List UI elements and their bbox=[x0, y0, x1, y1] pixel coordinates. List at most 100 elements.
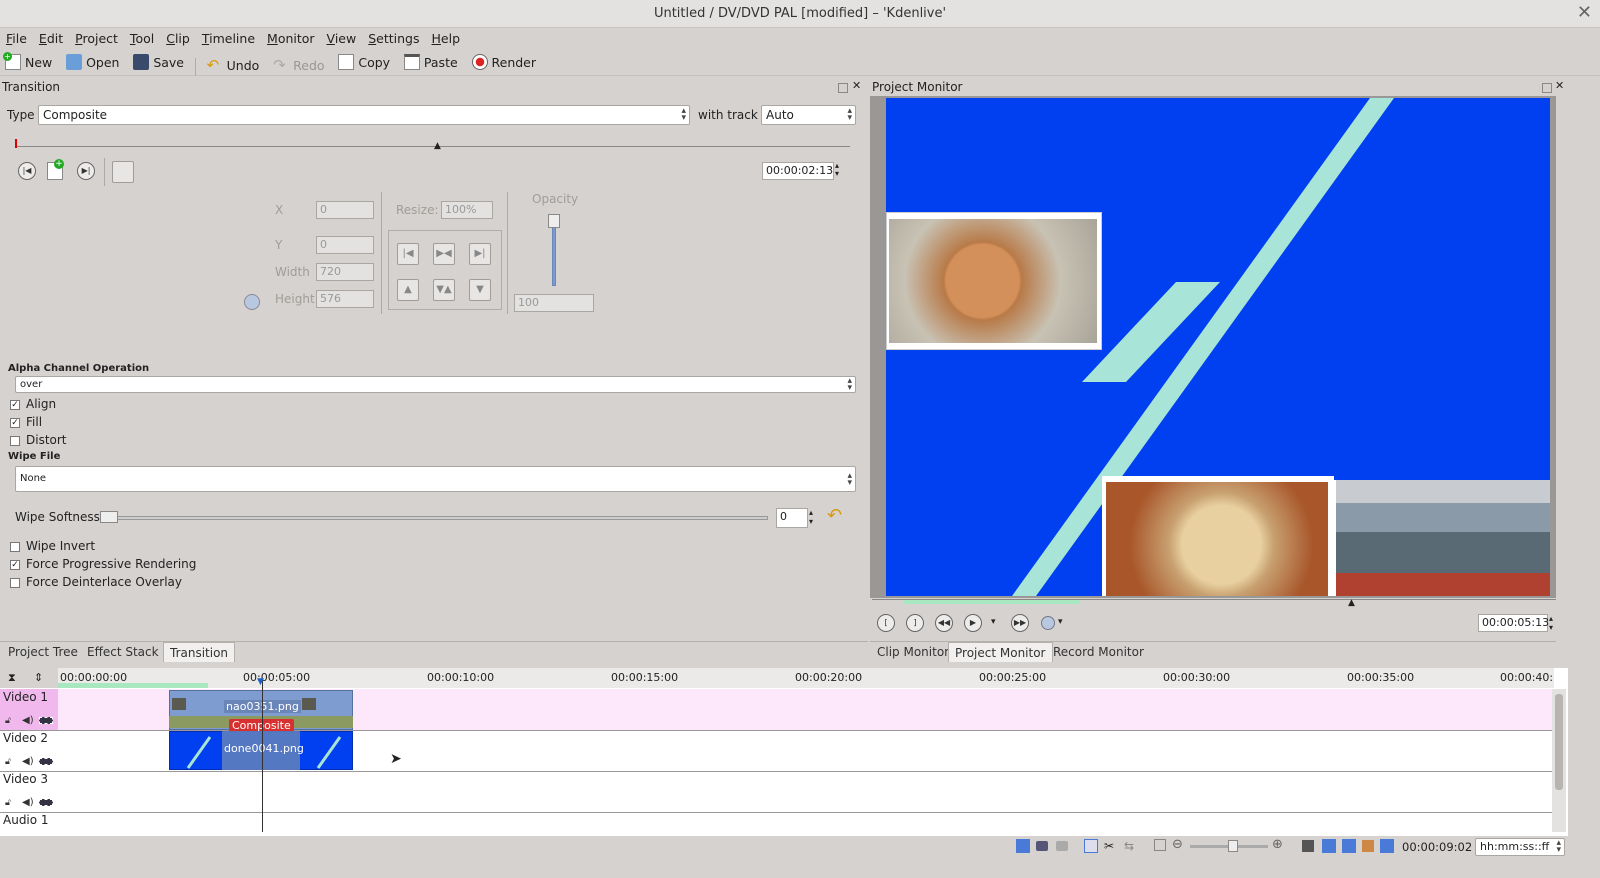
height-input[interactable]: 576 bbox=[316, 290, 374, 308]
forward-icon[interactable]: ▶▶ bbox=[1011, 614, 1029, 632]
resize-input[interactable]: 100% bbox=[441, 201, 493, 219]
tab-record-monitor[interactable]: Record Monitor bbox=[1047, 642, 1150, 662]
zoom-slider-handle[interactable] bbox=[1228, 840, 1238, 852]
render-button[interactable]: Render bbox=[467, 50, 542, 74]
monitor-zone[interactable] bbox=[904, 600, 1080, 604]
menu-project[interactable]: Project bbox=[69, 28, 124, 50]
menu-edit[interactable]: Edit bbox=[33, 28, 69, 50]
y-input[interactable]: 0 bbox=[316, 236, 374, 254]
ruler-position-caret[interactable]: ▲ bbox=[434, 141, 441, 151]
film-icon[interactable] bbox=[39, 799, 53, 806]
next-keyframe-icon[interactable]: ▶| bbox=[77, 162, 95, 180]
align-right-icon[interactable]: ▶| bbox=[469, 243, 491, 265]
play-icon[interactable]: ▶ bbox=[964, 614, 982, 632]
paste-button[interactable]: Paste bbox=[399, 50, 463, 74]
film-icon[interactable] bbox=[39, 758, 53, 765]
align-vcenter-icon[interactable]: ▼▲ bbox=[433, 279, 455, 301]
close-panel-icon[interactable]: ✕ bbox=[1555, 79, 1564, 92]
set-zone-start-icon[interactable]: [ bbox=[877, 614, 895, 632]
wipe-invert-checkbox[interactable] bbox=[10, 542, 20, 552]
keyframe-marker[interactable] bbox=[15, 139, 17, 148]
menu-help[interactable]: Help bbox=[426, 28, 467, 50]
distort-checkbox[interactable] bbox=[10, 436, 20, 446]
mute-icon[interactable]: ◀) bbox=[22, 797, 34, 808]
fit-timeline-icon[interactable] bbox=[1154, 839, 1166, 851]
mute-icon[interactable]: ◀) bbox=[22, 756, 34, 767]
align-bottom-icon[interactable]: ▼ bbox=[469, 279, 491, 301]
spin-arrows-icon[interactable]: ▴ ▾ bbox=[1549, 614, 1553, 632]
timecode-format-select[interactable]: hh:mm:ss::ff ▴ ▾ bbox=[1475, 838, 1565, 856]
wipe-softness-input[interactable]: 0 bbox=[776, 508, 808, 528]
snap-icon[interactable] bbox=[1362, 840, 1374, 852]
force-progressive-checkbox[interactable]: ✓ bbox=[10, 560, 20, 570]
track-height-icon[interactable]: ⇕ bbox=[34, 671, 43, 684]
lock-icon[interactable]: 🔓︎ bbox=[5, 798, 11, 808]
zoom-out-icon[interactable]: ⊖ bbox=[1172, 837, 1183, 852]
alpha-operation-select[interactable]: over ▴ ▾ bbox=[15, 376, 856, 393]
new-button[interactable]: + New bbox=[0, 50, 57, 74]
zoom-in-icon[interactable]: ⊕ bbox=[1272, 837, 1283, 852]
tab-clip-monitor[interactable]: Clip Monitor bbox=[871, 642, 955, 662]
monitor-timecode[interactable]: 00:00:05:13 bbox=[1478, 614, 1549, 632]
menu-file[interactable]: File bbox=[0, 28, 33, 50]
show-thumbs-icon[interactable] bbox=[1302, 840, 1314, 852]
force-deinterlace-checkbox[interactable] bbox=[10, 578, 20, 588]
close-panel-icon[interactable]: ✕ bbox=[852, 79, 861, 92]
tab-project-tree[interactable]: Project Tree bbox=[2, 642, 84, 662]
float-icon[interactable] bbox=[838, 82, 848, 96]
reset-icon[interactable]: ↶ bbox=[827, 505, 842, 526]
opacity-input[interactable]: 100 bbox=[514, 294, 594, 312]
save-button[interactable]: Save bbox=[128, 50, 189, 74]
rewind-icon[interactable]: ◀◀ bbox=[935, 614, 953, 632]
lock-icon[interactable]: 🔓︎ bbox=[5, 757, 11, 767]
keyframe-ruler[interactable] bbox=[16, 146, 850, 147]
chevron-down-icon[interactable]: ▾ bbox=[1058, 617, 1063, 627]
x-input[interactable]: 0 bbox=[316, 201, 374, 219]
fit-zoom-icon[interactable]: ⧗ bbox=[8, 671, 16, 685]
monitor-video-preview[interactable] bbox=[886, 98, 1550, 596]
width-input[interactable]: 720 bbox=[316, 263, 374, 281]
wipe-file-select[interactable]: None ▴ ▾ bbox=[15, 466, 856, 492]
lock-icon[interactable]: 🔓︎ bbox=[5, 716, 11, 726]
keyframe-tool-icon[interactable] bbox=[112, 161, 134, 183]
align-left-icon[interactable]: |◀ bbox=[397, 243, 419, 265]
mute-icon[interactable]: ◀) bbox=[22, 715, 34, 726]
spin-arrows-icon[interactable]: ▴ ▾ bbox=[809, 508, 813, 526]
wipe-softness-slider[interactable] bbox=[100, 516, 768, 520]
spacer-tool-icon[interactable]: ⇆ bbox=[1124, 839, 1134, 853]
tool-razor-icon[interactable] bbox=[1036, 841, 1048, 851]
prev-keyframe-icon[interactable]: |◀ bbox=[18, 162, 36, 180]
tab-effect-stack[interactable]: Effect Stack bbox=[81, 642, 165, 662]
opacity-slider-handle[interactable] bbox=[548, 214, 560, 228]
redo-button[interactable]: ↷ Redo bbox=[268, 53, 329, 77]
fill-checkbox[interactable]: ✓ bbox=[10, 418, 20, 428]
menu-monitor[interactable]: Monitor bbox=[261, 28, 321, 50]
monitor-settings-icon[interactable] bbox=[1041, 616, 1055, 630]
monitor-playhead-caret[interactable]: ▲ bbox=[1348, 598, 1355, 608]
add-keyframe-icon[interactable]: + bbox=[47, 159, 64, 180]
spin-arrows-icon[interactable]: ▴ ▾ bbox=[835, 162, 839, 178]
copy-button[interactable]: Copy bbox=[333, 50, 395, 74]
menu-view[interactable]: View bbox=[321, 28, 363, 50]
split-audio-icon[interactable] bbox=[1380, 839, 1394, 853]
tab-project-monitor[interactable]: Project Monitor bbox=[948, 642, 1053, 662]
close-icon[interactable]: ✕ bbox=[1577, 2, 1592, 23]
tool-spacer-icon[interactable] bbox=[1056, 841, 1068, 851]
tab-transition[interactable]: Transition bbox=[163, 642, 236, 662]
razor-tool-icon[interactable]: ✂ bbox=[1104, 839, 1114, 853]
menu-settings[interactable]: Settings bbox=[362, 28, 425, 50]
menu-timeline[interactable]: Timeline bbox=[196, 28, 261, 50]
undo-button[interactable]: ↶ Undo bbox=[202, 53, 265, 77]
show-markers-icon[interactable] bbox=[1342, 839, 1356, 853]
align-checkbox[interactable]: ✓ bbox=[10, 400, 20, 410]
with-track-select[interactable]: Auto ▴ ▾ bbox=[761, 105, 856, 125]
type-select[interactable]: Composite ▴ ▾ bbox=[38, 105, 690, 125]
transition-timecode[interactable]: 00:00:02:13 bbox=[762, 162, 834, 180]
menu-tool[interactable]: Tool bbox=[124, 28, 160, 50]
geometry-settings-icon[interactable] bbox=[244, 294, 260, 310]
selection-tool-icon[interactable] bbox=[1084, 839, 1098, 853]
set-zone-end-icon[interactable]: ] bbox=[906, 614, 924, 632]
open-button[interactable]: Open bbox=[61, 50, 124, 74]
playhead-caret[interactable]: ▼ bbox=[257, 677, 264, 687]
scrollbar-thumb[interactable] bbox=[1555, 694, 1563, 790]
